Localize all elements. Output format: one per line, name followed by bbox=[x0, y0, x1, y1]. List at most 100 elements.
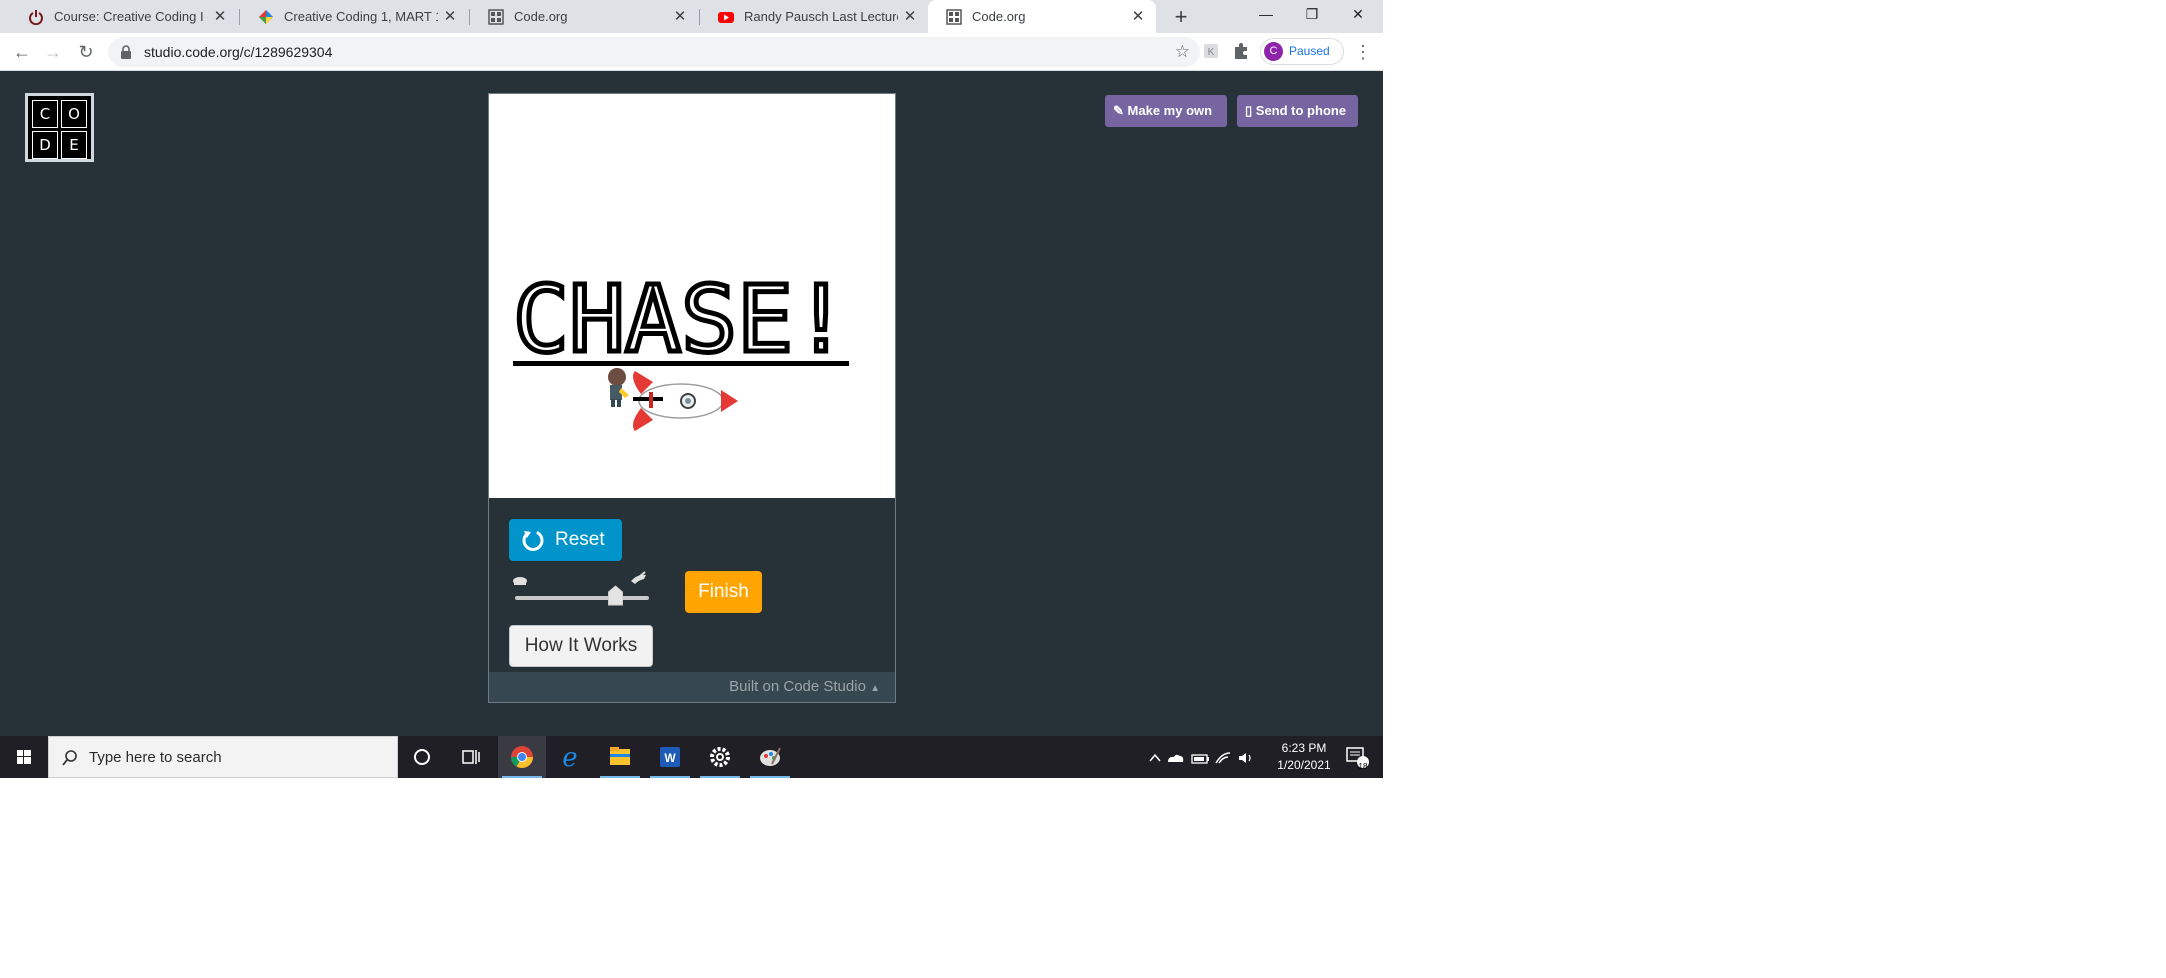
internet-explorer-icon: e bbox=[562, 743, 577, 773]
built-on-label: Built on Code Studio ▲ bbox=[729, 678, 880, 695]
tab-randy-pausch[interactable]: Randy Pausch Last Lecture: Ach ✕ bbox=[700, 0, 928, 33]
finish-button[interactable]: Finish bbox=[685, 571, 762, 613]
notification-count: 18 bbox=[1358, 762, 1368, 771]
lock-icon bbox=[121, 45, 131, 59]
slider-thumb[interactable] bbox=[608, 585, 623, 606]
tab-strip: Course: Creative Coding I (Sect ✕ Creati… bbox=[0, 0, 1383, 33]
code-org-icon bbox=[946, 9, 962, 25]
taskbar-search-box[interactable]: Type here to search bbox=[48, 736, 398, 778]
power-icon bbox=[29, 10, 43, 25]
address-bar[interactable]: studio.code.org/c/1289629304 ☆ bbox=[108, 37, 1200, 67]
taskbar-chrome[interactable] bbox=[498, 736, 546, 778]
more-vertical-icon[interactable]: ⋮ bbox=[1354, 40, 1372, 64]
puzzle-extensions-icon[interactable] bbox=[1232, 42, 1250, 60]
search-icon bbox=[62, 750, 77, 766]
rocket-sprite bbox=[633, 371, 738, 431]
logo-letter: C bbox=[32, 100, 58, 128]
edit-icon: ✎ bbox=[1113, 103, 1124, 118]
game-title: CHASE! bbox=[513, 266, 849, 373]
tab-title: Code.org bbox=[514, 9, 568, 24]
caret-up-icon: ▲ bbox=[870, 683, 880, 694]
tab-code-org[interactable]: Code.org ✕ bbox=[470, 0, 698, 33]
reload-button[interactable]: ↻ bbox=[74, 40, 98, 64]
extension-icon[interactable]: K bbox=[1202, 42, 1220, 60]
tab-title: Course: Creative Coding I (Sect bbox=[54, 9, 208, 24]
running-indicator bbox=[700, 776, 740, 778]
taskbar-settings[interactable] bbox=[696, 736, 744, 778]
send-to-phone-label: Send to phone bbox=[1255, 103, 1347, 118]
title-underline bbox=[513, 361, 849, 366]
window-close-button[interactable]: ✕ bbox=[1335, 0, 1381, 29]
close-icon[interactable]: ✕ bbox=[212, 9, 228, 25]
chevron-up-icon[interactable] bbox=[1149, 753, 1161, 762]
taskbar-file-explorer[interactable] bbox=[596, 736, 644, 778]
tab-creative-coding-mart[interactable]: Creative Coding 1, MART 120 | ✕ bbox=[240, 0, 468, 33]
turtle-icon bbox=[513, 577, 527, 585]
paint-icon bbox=[760, 747, 781, 766]
character-sprite bbox=[608, 368, 629, 407]
slider-track bbox=[515, 596, 649, 600]
volume-icon[interactable] bbox=[1239, 753, 1246, 763]
cortana-button[interactable] bbox=[398, 736, 446, 778]
chrome-icon bbox=[511, 746, 533, 768]
how-it-works-button[interactable]: How It Works bbox=[509, 625, 653, 667]
make-my-own-button[interactable]: ✎ Make my own bbox=[1105, 95, 1227, 127]
bookmark-star-icon[interactable]: ☆ bbox=[1175, 43, 1190, 61]
rabbit-icon bbox=[631, 571, 646, 584]
wifi-icon[interactable] bbox=[1215, 752, 1231, 764]
code-org-logo[interactable]: C O D E bbox=[25, 93, 94, 162]
new-tab-button[interactable]: + bbox=[1168, 4, 1194, 30]
make-my-own-label: Make my own bbox=[1127, 103, 1213, 118]
svg-text:e: e bbox=[562, 743, 577, 773]
gear-icon bbox=[710, 747, 730, 767]
running-indicator bbox=[750, 776, 790, 778]
game-canvas[interactable]: CHASE! bbox=[489, 94, 895, 498]
taskbar-paint[interactable] bbox=[746, 736, 794, 778]
browser-toolbar: ← → ↻ studio.code.org/c/1289629304 ☆ K C… bbox=[0, 33, 1383, 71]
active-indicator bbox=[502, 776, 542, 778]
windows-icon bbox=[17, 750, 31, 764]
tab-title: Code.org bbox=[972, 9, 1026, 24]
built-on-bar[interactable]: Built on Code Studio ▲ bbox=[489, 672, 895, 702]
game-app-panel: CHASE! Reset Finish How It Works Built o… bbox=[488, 93, 896, 703]
close-icon[interactable]: ✕ bbox=[1130, 9, 1146, 25]
reset-label: Reset bbox=[555, 529, 605, 550]
running-indicator bbox=[600, 776, 640, 778]
restore-button[interactable]: ❐ bbox=[1289, 0, 1335, 29]
logo-letter: E bbox=[61, 131, 87, 159]
profile-button[interactable]: C Paused bbox=[1260, 38, 1344, 65]
minimize-button[interactable]: — bbox=[1243, 0, 1289, 29]
clock[interactable]: 6:23 PM 1/20/2021 bbox=[1270, 740, 1338, 774]
tab-title: Randy Pausch Last Lecture: Ach bbox=[744, 9, 898, 24]
tab-course-creative-coding[interactable]: Course: Creative Coding I (Sect ✕ bbox=[10, 0, 238, 33]
reset-icon bbox=[522, 531, 544, 551]
close-icon[interactable]: ✕ bbox=[902, 9, 918, 25]
tab-code-org-active[interactable]: Code.org ✕ bbox=[928, 0, 1156, 33]
forward-button[interactable]: → bbox=[41, 40, 65, 64]
cortana-circle-icon bbox=[414, 749, 430, 765]
youtube-icon bbox=[718, 12, 734, 23]
page-content: C O D E ✎ Make my own ▯ Send to phone CH… bbox=[0, 71, 1383, 735]
action-center-button[interactable]: 18 bbox=[1342, 736, 1372, 778]
task-view-icon bbox=[462, 750, 480, 764]
start-button[interactable] bbox=[0, 736, 48, 778]
close-icon[interactable]: ✕ bbox=[672, 9, 688, 25]
phone-icon: ▯ bbox=[1245, 103, 1253, 118]
reset-button[interactable]: Reset bbox=[509, 519, 622, 561]
taskbar: Type here to search e W 6:23 PM 1/20/202… bbox=[0, 736, 1383, 778]
logo-letter: D bbox=[32, 131, 58, 159]
search-placeholder: Type here to search bbox=[89, 749, 222, 766]
taskbar-word[interactable]: W bbox=[646, 736, 694, 778]
taskbar-edge[interactable]: e bbox=[546, 736, 594, 778]
cloud-icon[interactable] bbox=[1168, 754, 1184, 762]
send-to-phone-button[interactable]: ▯ Send to phone bbox=[1237, 95, 1358, 127]
back-button[interactable]: ← bbox=[10, 40, 34, 64]
speed-slider[interactable] bbox=[509, 571, 653, 607]
logo-letter: O bbox=[61, 100, 87, 128]
close-icon[interactable]: ✕ bbox=[442, 9, 458, 25]
task-view-button[interactable] bbox=[446, 736, 494, 778]
svg-text:W: W bbox=[664, 751, 676, 765]
clock-date: 1/20/2021 bbox=[1277, 758, 1331, 772]
url-text: studio.code.org/c/1289629304 bbox=[144, 44, 333, 60]
code-org-icon bbox=[488, 9, 504, 25]
